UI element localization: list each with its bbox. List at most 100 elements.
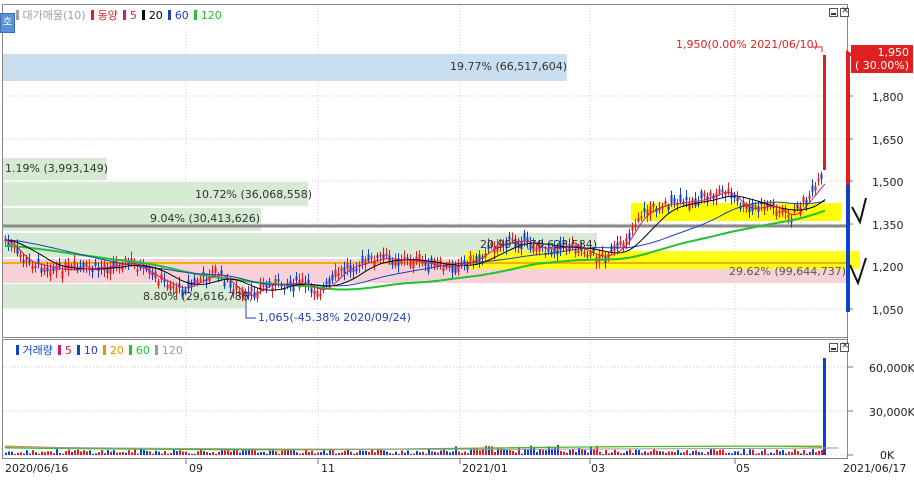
volume-bar [26,450,28,455]
legend-ma60-marker [168,10,172,20]
volume-bar [803,449,805,455]
volume-bar [8,451,10,455]
candle-body [718,188,721,194]
price-y-tick: 1,050 [872,304,904,317]
volume-bar [245,450,247,455]
candle-body [625,237,628,244]
side-toggle-button[interactable]: 호 [0,13,15,33]
volume-bar [215,453,217,455]
volume-bar [206,452,208,455]
volume-bar [416,450,418,455]
volume-bar [716,451,718,455]
candle-body [193,278,196,284]
candle-body [295,276,298,281]
candle-body [34,265,37,269]
candle-body [355,268,358,271]
annotation-check [851,197,867,225]
volume-y-tick: 30,000K [869,406,914,419]
volume-profile-label-4: 9.04% (30,413,626) [150,212,261,225]
candle-body [37,258,40,264]
current-price-badge: 1,950 ( 30.00%) [851,45,913,73]
candle-body [385,253,388,257]
volume-bar [296,452,298,455]
volume-bar [53,453,55,455]
volume-bar [263,451,265,455]
volume-bar [521,453,523,455]
legend-vol-ma5[interactable]: 5 [65,344,72,357]
volume-bar [539,448,541,455]
candle-body [811,185,814,192]
candle-body [19,254,22,258]
volume-bar [179,450,181,455]
x-axis-label: 03 [591,462,605,475]
candle-body [25,257,28,262]
candle-body [634,224,637,228]
legend-volume[interactable]: 거래량 [23,344,53,357]
volume-bar [71,451,73,455]
volume-bar [29,453,31,455]
legend-vol-ma10[interactable]: 10 [84,344,98,357]
volume-bar [236,449,238,455]
candle-body [199,278,202,281]
legend-vol-ma120[interactable]: 120 [162,344,183,357]
candle-body [46,267,49,272]
price-y-tick: 1,500 [872,176,904,189]
legend-ma60[interactable]: 60 [175,9,189,22]
volume-bar [155,450,157,455]
candle-body [652,203,655,208]
candle-body [607,254,610,260]
volume-bar [350,451,352,455]
price-range-bar-down [846,185,850,312]
stock-chart-window: 호 대가매물(10) 동양 5 20 60 120 거래량 5 10 20 60… [0,0,914,479]
volume-bar [368,451,370,455]
volume-bar [677,449,679,455]
price-panel-minimize-icon[interactable] [829,8,838,17]
volume-bar [266,453,268,455]
volume-bar [5,452,7,455]
volume-bar [782,450,784,455]
candle-body [586,254,589,257]
candle-body [589,252,592,256]
volume-panel-close-icon[interactable] [840,340,849,352]
volume-bar [299,453,301,455]
volume-bar [812,449,814,455]
candle-body [628,232,631,240]
volume-bar [569,450,571,455]
volume-bar [23,453,25,455]
volume-bar [248,450,250,455]
candle-body [442,267,445,271]
volume-bar [173,450,175,455]
legend-vol-ma60-marker [129,345,133,355]
x-axis-label: 11 [321,462,335,475]
volume-bar [692,451,694,455]
volume-panel-minimize-icon[interactable] [829,343,838,352]
volume-bar [374,452,376,455]
legend-ma20-marker [142,10,146,20]
volume-bar [728,452,730,455]
candle-body [337,273,340,277]
legend-price[interactable]: 동양 [98,9,118,22]
legend-ma5[interactable]: 5 [130,9,137,22]
volume-bar [80,451,82,455]
volume-bar [371,449,373,455]
candle-body [256,291,259,299]
legend-vol-ma20[interactable]: 20 [110,344,124,357]
volume-bar [353,453,355,455]
volume-bar [668,451,670,455]
volume-bar [776,449,778,455]
price-y-tick: 1,800 [872,91,904,104]
price-range-bar-up [846,55,850,185]
volume-bar [725,453,727,455]
volume-bar [341,452,343,455]
volume-y-tick: 0K [880,449,895,462]
legend-ma20[interactable]: 20 [149,9,163,22]
low-price-annotation: 1,065(-45.38% 2020/09/24) [258,311,411,324]
candle-body [721,189,724,192]
volume-bar [500,447,502,455]
candle-body [619,240,622,246]
price-panel-close-icon[interactable] [840,5,849,17]
legend-vol-ma60[interactable]: 60 [136,344,150,357]
legend-volume-profile[interactable]: 대가매물(10) [23,9,86,22]
legend-ma120[interactable]: 120 [201,9,222,22]
volume-bar [347,449,349,455]
